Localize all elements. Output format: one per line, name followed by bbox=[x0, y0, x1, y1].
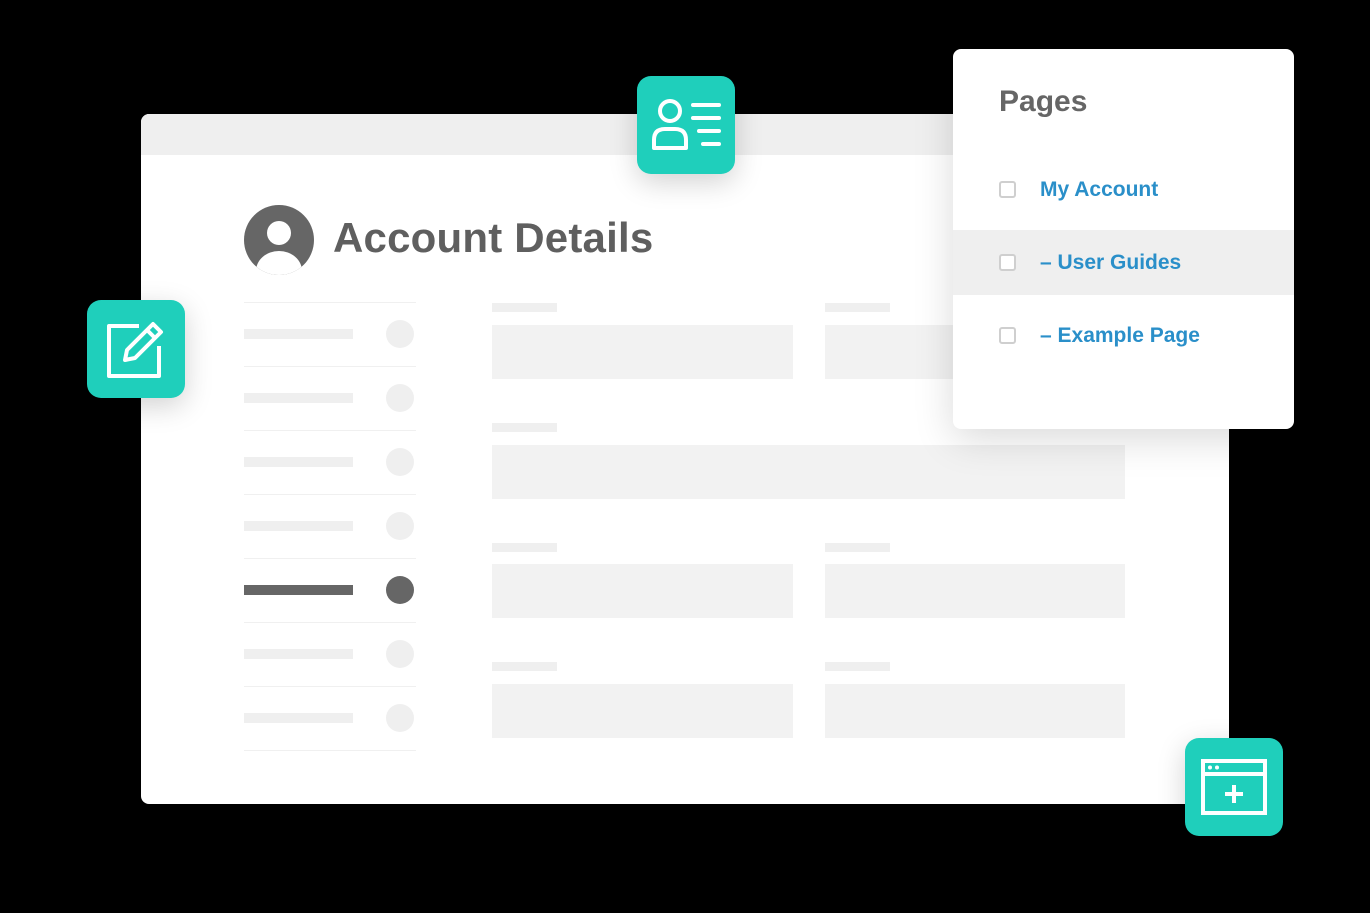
text-field-placeholder[interactable] bbox=[492, 564, 793, 618]
edit-tile bbox=[87, 300, 185, 398]
page-item-example-page[interactable]: – Example Page bbox=[953, 303, 1294, 368]
field-label-placeholder bbox=[492, 303, 557, 312]
page-title: Account Details bbox=[333, 214, 654, 261]
menu-item-placeholder-icon bbox=[386, 384, 414, 412]
menu-item-placeholder-icon bbox=[386, 640, 414, 668]
pages-panel-title: Pages bbox=[999, 85, 1088, 118]
user-profile-tile bbox=[637, 76, 735, 174]
menu-item-placeholder-icon bbox=[386, 448, 414, 476]
avatar bbox=[244, 205, 314, 275]
pages-panel: Pages My Account – User Guides – Example… bbox=[953, 49, 1294, 429]
text-field-placeholder[interactable] bbox=[825, 564, 1125, 618]
field-label-placeholder bbox=[825, 303, 890, 312]
menu-item-placeholder-label bbox=[244, 521, 353, 531]
menu-item[interactable] bbox=[244, 366, 416, 430]
avatar-body bbox=[256, 251, 302, 275]
menu-item-placeholder-icon bbox=[386, 512, 414, 540]
menu-item[interactable] bbox=[244, 686, 416, 751]
menu-item-placeholder-icon bbox=[386, 704, 414, 732]
menu-item-placeholder-label bbox=[244, 457, 353, 467]
text-field-placeholder[interactable] bbox=[492, 445, 1125, 499]
menu-item[interactable] bbox=[244, 430, 416, 494]
menu-item[interactable] bbox=[244, 494, 416, 558]
page-checkbox[interactable] bbox=[999, 327, 1016, 344]
field-label-placeholder bbox=[492, 662, 557, 671]
menu-item[interactable] bbox=[244, 302, 416, 366]
menu-item-placeholder-icon bbox=[386, 576, 414, 604]
user-profile-icon bbox=[652, 99, 721, 150]
text-field-placeholder[interactable] bbox=[492, 325, 793, 379]
menu-item[interactable] bbox=[244, 622, 416, 686]
page-link[interactable]: My Account bbox=[1040, 178, 1158, 202]
edit-icon bbox=[107, 322, 163, 378]
menu-item-placeholder-label bbox=[244, 649, 353, 659]
text-field-placeholder[interactable] bbox=[825, 684, 1125, 738]
page-link[interactable]: – User Guides bbox=[1040, 251, 1181, 275]
page-checkbox[interactable] bbox=[999, 254, 1016, 271]
page-item-my-account[interactable]: My Account bbox=[953, 157, 1294, 222]
menu-item-placeholder-label bbox=[244, 585, 353, 595]
page-checkbox[interactable] bbox=[999, 181, 1016, 198]
text-field-placeholder[interactable] bbox=[492, 684, 793, 738]
page-link[interactable]: – Example Page bbox=[1040, 324, 1200, 348]
side-menu bbox=[244, 302, 416, 751]
field-label-placeholder bbox=[492, 423, 557, 432]
menu-item-placeholder-label bbox=[244, 329, 353, 339]
menu-item-active[interactable] bbox=[244, 558, 416, 622]
avatar-head bbox=[267, 221, 291, 245]
menu-item-placeholder-label bbox=[244, 393, 353, 403]
field-label-placeholder bbox=[825, 543, 890, 552]
menu-item-placeholder-label bbox=[244, 713, 353, 723]
field-label-placeholder bbox=[825, 662, 890, 671]
add-window-tile bbox=[1185, 738, 1283, 836]
add-window-icon bbox=[1201, 759, 1267, 815]
stage: Account Details Pages My Account – User … bbox=[0, 0, 1370, 913]
page-item-user-guides[interactable]: – User Guides bbox=[953, 230, 1294, 295]
field-label-placeholder bbox=[492, 543, 557, 552]
menu-item-placeholder-icon bbox=[386, 320, 414, 348]
